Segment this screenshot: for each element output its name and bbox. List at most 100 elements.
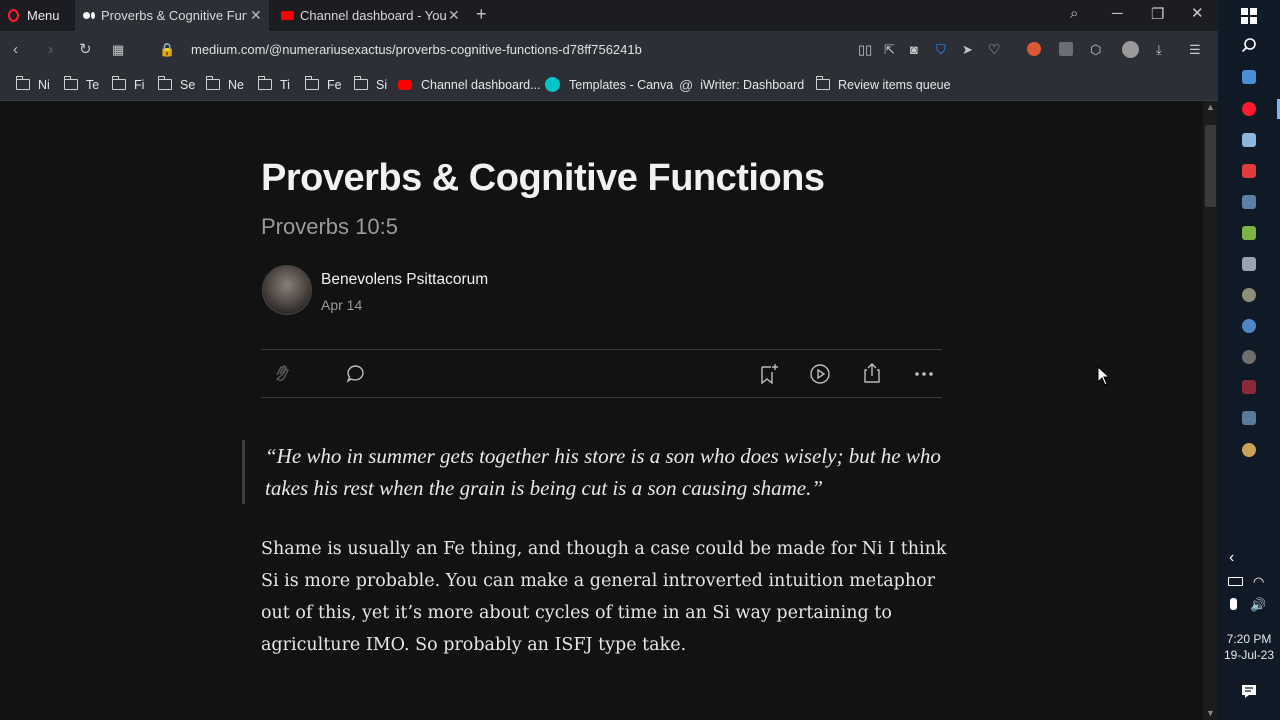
- scroll-up-icon[interactable]: ▲: [1206, 102, 1215, 112]
- folder-icon: [205, 76, 220, 90]
- youtube-favicon-icon: [281, 11, 294, 20]
- microphone-icon[interactable]: [1230, 598, 1237, 610]
- folder-icon: [63, 76, 78, 90]
- lock-icon: 🔒: [159, 42, 176, 57]
- volume-icon[interactable]: 🔊: [1250, 597, 1266, 613]
- bookmark-iwriter[interactable]: @ iWriter: Dashboard: [679, 69, 804, 100]
- clap-icon[interactable]: [272, 363, 292, 383]
- bookmark-review-items[interactable]: Review items queue: [815, 69, 951, 100]
- clock-date: 19-Jul-23: [1223, 648, 1275, 662]
- medium-favicon-icon: [83, 12, 95, 19]
- notifications-icon[interactable]: [1241, 684, 1257, 699]
- wps-office-icon[interactable]: [1242, 164, 1256, 178]
- calculator-icon[interactable]: [1242, 257, 1256, 271]
- bookmark-save-icon[interactable]: [759, 363, 779, 385]
- folder-icon: [353, 76, 368, 90]
- clock-time: 7:20 PM: [1226, 632, 1272, 646]
- comment-icon[interactable]: [346, 364, 366, 384]
- opera-taskbar-icon[interactable]: [1242, 102, 1256, 116]
- share-icon[interactable]: ⇱: [884, 42, 895, 57]
- search-icon[interactable]: [1241, 37, 1257, 53]
- tab-close-icon[interactable]: ✕: [448, 7, 460, 24]
- windows-start-icon[interactable]: [1241, 8, 1257, 24]
- download-icon[interactable]: ⤓: [1156, 42, 1162, 57]
- globe-app-icon[interactable]: [1242, 319, 1256, 333]
- bookmark-folder-ti[interactable]: Ti: [257, 69, 290, 100]
- bookmark-folder-te[interactable]: Te: [63, 69, 99, 100]
- folder-icon: [815, 76, 830, 90]
- chrome-icon[interactable]: [1242, 350, 1256, 364]
- scroll-down-icon[interactable]: ▼: [1206, 708, 1215, 718]
- vpn-shield-icon[interactable]: ⛉: [936, 42, 946, 57]
- taskbar-clock[interactable]: 7:20 PM 19-Jul-23: [1218, 631, 1280, 663]
- notepad-icon[interactable]: [1242, 133, 1256, 147]
- tab-youtube-dashboard[interactable]: Channel dashboard - YouTu ✕: [275, 0, 465, 31]
- bookmark-folder-fi[interactable]: Fi: [111, 69, 144, 100]
- cube-icon[interactable]: ⬡: [1090, 42, 1101, 57]
- at-icon: @: [679, 76, 694, 93]
- spreadsheet-icon[interactable]: [1242, 226, 1256, 240]
- heart-icon[interactable]: ♡: [988, 42, 1001, 57]
- share-article-icon[interactable]: [862, 362, 882, 384]
- forward-icon[interactable]: ›: [48, 42, 53, 57]
- tools-app-icon[interactable]: [1242, 411, 1256, 425]
- author-avatar[interactable]: [262, 265, 312, 315]
- cart-extension-icon[interactable]: [1059, 42, 1073, 56]
- back-icon[interactable]: ‹: [13, 42, 18, 57]
- article-subtitle: Proverbs 10:5: [261, 214, 398, 239]
- tab-bar: Menu Proverbs & Cognitive Funct ✕ Channe…: [0, 0, 1218, 31]
- article-paragraph: Shame is usually an Fe thing, and though…: [261, 539, 947, 655]
- article-title: Proverbs & Cognitive Functions: [261, 157, 825, 199]
- planet-app-icon[interactable]: [1242, 443, 1256, 457]
- opera-logo-icon: [8, 9, 19, 22]
- media-app-icon[interactable]: [1242, 380, 1256, 394]
- bookmark-folder-fe[interactable]: Fe: [304, 69, 342, 100]
- wifi-icon[interactable]: ◠: [1253, 574, 1264, 590]
- folder-icon: [304, 76, 319, 90]
- menu-label: Menu: [27, 8, 60, 23]
- reload-icon[interactable]: ↻: [79, 42, 92, 57]
- reader-icon[interactable]: ▯▯: [858, 42, 872, 57]
- easy-setup-icon[interactable]: ☰: [1189, 42, 1201, 57]
- address-bar: ‹ › ↻ ▦ 🔒 medium.com/@numerariusexactus/…: [0, 31, 1218, 69]
- bookmark-folder-si[interactable]: Si: [353, 69, 387, 100]
- author-name[interactable]: Benevolens Psittacorum: [321, 271, 488, 289]
- profile-avatar-icon[interactable]: [1122, 41, 1139, 58]
- mouse-cursor-icon: [1097, 366, 1111, 386]
- divider-bottom: [261, 397, 942, 398]
- folder-icon: [257, 76, 272, 90]
- search-tabs-icon[interactable]: ⌕: [1070, 6, 1078, 21]
- chevron-left-icon[interactable]: ‹: [1229, 549, 1234, 567]
- bookmark-canva[interactable]: Templates - Canva: [545, 69, 673, 100]
- url-text[interactable]: medium.com/@numerariusexactus/proverbs-c…: [191, 42, 642, 57]
- grid-icon[interactable]: ▦: [112, 42, 124, 57]
- listen-play-icon[interactable]: [809, 363, 831, 385]
- folder-icon: [15, 76, 30, 90]
- camera-icon[interactable]: ◙: [910, 42, 918, 57]
- publish-date: Apr 14: [321, 297, 363, 313]
- minimize-icon[interactable]: ─: [1112, 6, 1123, 21]
- gimp-icon[interactable]: [1242, 288, 1256, 302]
- send-icon[interactable]: ➤: [962, 42, 973, 57]
- tab-medium-article[interactable]: Proverbs & Cognitive Funct ✕: [75, 0, 269, 31]
- editor-app-icon[interactable]: [1242, 195, 1256, 209]
- bookmark-folder-ni[interactable]: Ni: [15, 69, 50, 100]
- scrollbar-thumb[interactable]: [1205, 125, 1216, 207]
- bookmark-folder-ne[interactable]: Ne: [205, 69, 244, 100]
- blockquote-bar: [242, 440, 245, 504]
- bookmark-channel-dashboard[interactable]: Channel dashboard...: [398, 69, 541, 100]
- tab-title: Proverbs & Cognitive Funct: [101, 8, 247, 23]
- restore-icon[interactable]: ❐: [1151, 7, 1164, 22]
- bookmark-folder-se[interactable]: Se: [157, 69, 195, 100]
- article-quote: “He who in summer gets together his stor…: [265, 444, 941, 500]
- close-window-icon[interactable]: ✕: [1191, 6, 1204, 21]
- youtube-icon: [398, 79, 412, 90]
- plus-icon[interactable]: +: [476, 5, 487, 23]
- opera-menu-button[interactable]: Menu: [8, 0, 60, 31]
- more-options-icon[interactable]: [914, 370, 934, 378]
- battery-icon[interactable]: [1228, 577, 1243, 586]
- canva-icon: [545, 77, 560, 92]
- snipping-app-icon[interactable]: [1242, 70, 1256, 84]
- duckduckgo-extension-icon[interactable]: [1027, 42, 1041, 56]
- tab-close-icon[interactable]: ✕: [250, 7, 262, 24]
